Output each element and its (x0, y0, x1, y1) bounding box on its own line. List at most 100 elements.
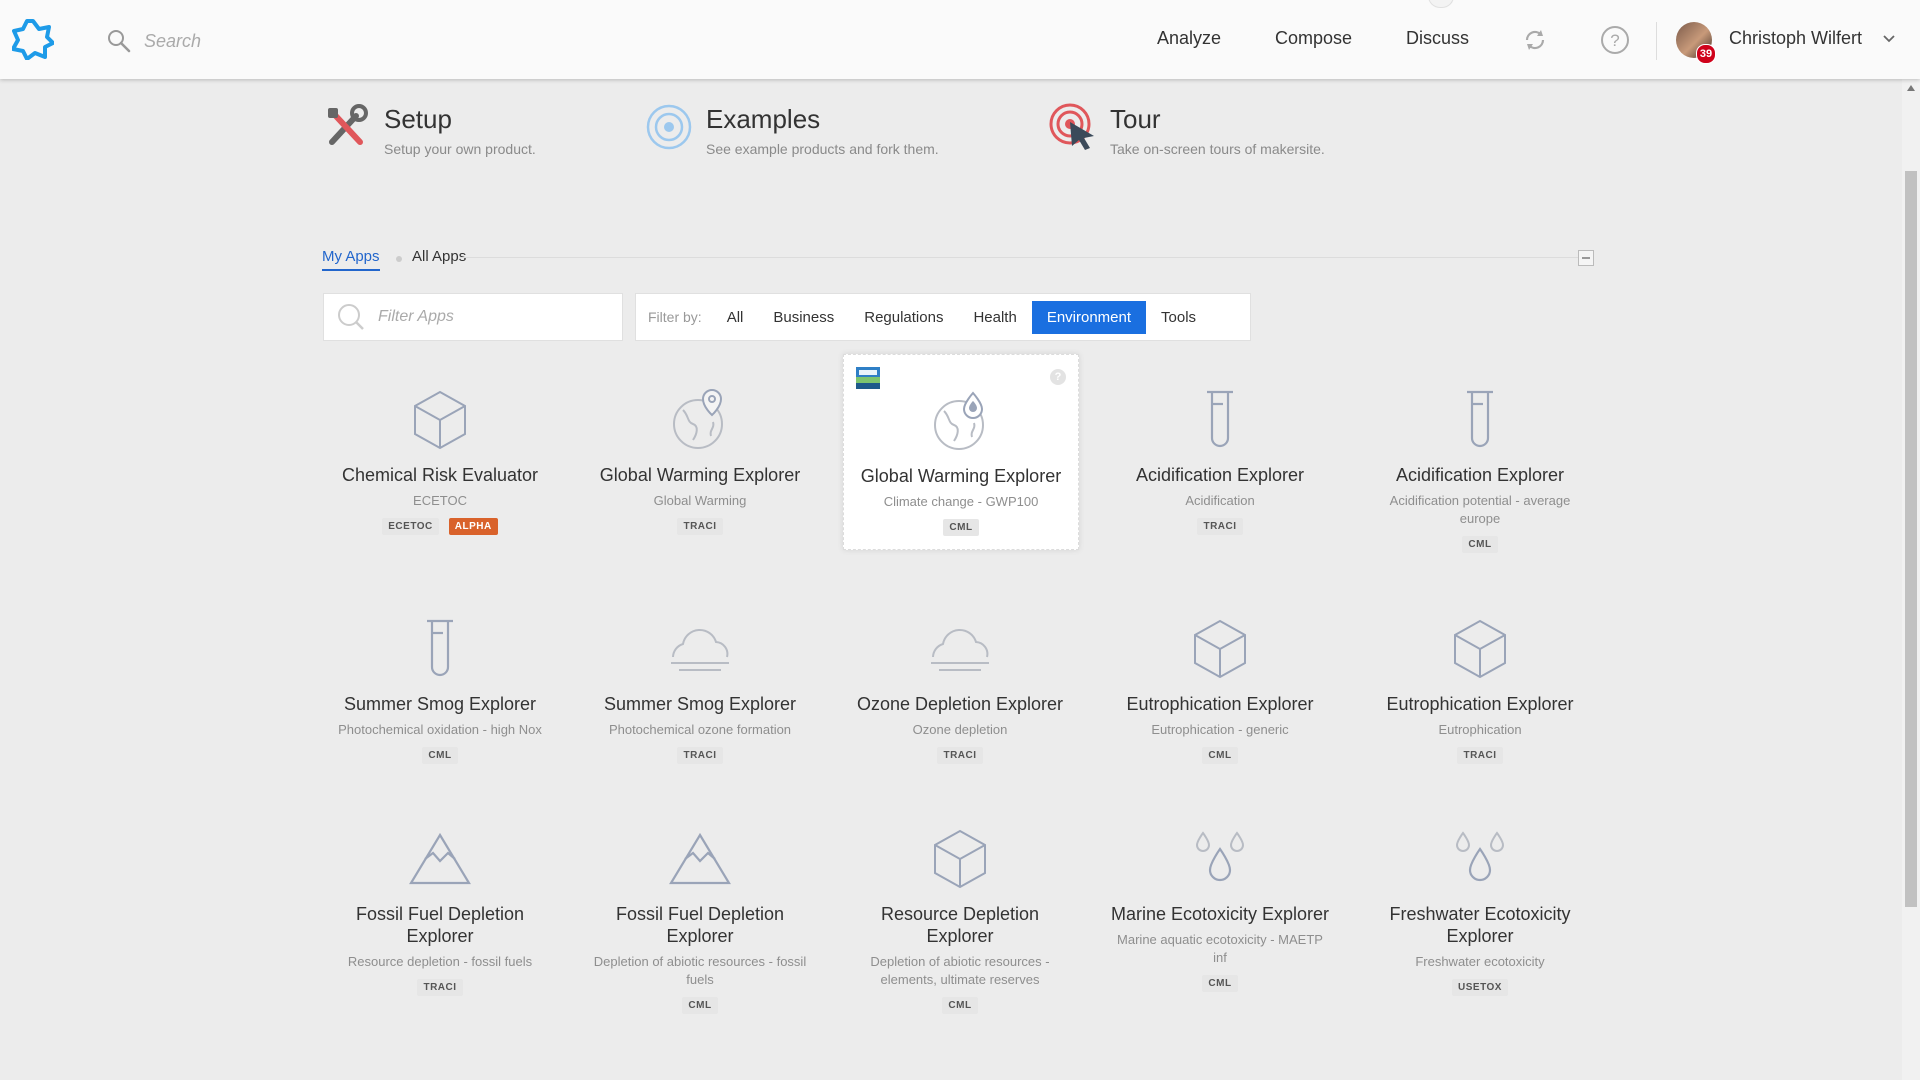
help-icon[interactable]: ? (1050, 369, 1066, 385)
app-card[interactable]: Resource Depletion Explorer Depletion of… (843, 793, 1077, 1029)
scroll-up-arrow-icon[interactable] (1907, 85, 1915, 91)
app-title: Resource Depletion Explorer (880, 904, 1040, 946)
quick-link-setup[interactable]: Setup Setup your own product. (322, 102, 536, 157)
collapse-section-button[interactable] (1578, 250, 1594, 266)
search-icon (338, 304, 364, 330)
app-title: Acidification Explorer (1135, 465, 1305, 485)
search-input[interactable] (142, 29, 446, 53)
tab-divider-line (460, 257, 1580, 258)
quick-link-tour[interactable]: Tour Take on-screen tours of makersite. (1048, 102, 1325, 157)
app-badge: CML (1202, 975, 1238, 992)
app-card[interactable]: Eutrophication Explorer Eutrophication -… (1103, 583, 1337, 779)
app-title: Chemical Risk Evaluator (341, 465, 539, 485)
cube-icon (1194, 619, 1246, 679)
test-tube-icon (1207, 390, 1233, 448)
quick-link-subtitle: See example products and fork them. (706, 141, 939, 157)
app-title: Eutrophication Explorer (1126, 694, 1314, 714)
app-title: Marine Ecotoxicity Explorer (1110, 904, 1330, 924)
scroll-thumb[interactable] (1905, 171, 1917, 907)
nav-analyze[interactable]: Analyze (1157, 28, 1221, 49)
app-card[interactable]: Acidification Explorer Acidification pot… (1363, 354, 1597, 564)
test-tube-icon (427, 619, 453, 677)
drops-icon (1455, 831, 1505, 882)
global-search[interactable] (106, 26, 446, 56)
notification-badge[interactable]: 39 (1696, 44, 1716, 64)
filter-chip-tools[interactable]: Tools (1146, 301, 1211, 334)
sync-icon[interactable] (1519, 24, 1551, 56)
app-subtitle: Climate change - GWP100 (883, 494, 1039, 509)
help-icon[interactable]: ? (1599, 24, 1631, 56)
user-name[interactable]: Christoph Wilfert (1729, 28, 1862, 49)
app-card[interactable]: Ozone Depletion Explorer Ozone depletion… (843, 583, 1077, 779)
filter-chip-regulations[interactable]: Regulations (849, 301, 958, 334)
app-badge: CML (422, 747, 458, 764)
app-subtitle: Freshwater ecotoxicity (1415, 954, 1545, 969)
cloud-icon (931, 628, 989, 671)
app-badge: TRACI (1457, 747, 1503, 764)
filter-apps-input[interactable] (376, 307, 610, 327)
app-badge: CML (942, 997, 978, 1014)
globe-pin-icon (673, 388, 723, 449)
app-card[interactable]: Chemical Risk Evaluator ECETOC ECETOC AL… (323, 354, 557, 550)
search-icon (108, 30, 131, 53)
filter-chip-business[interactable]: Business (758, 301, 849, 334)
quick-link-title: Examples (706, 104, 821, 134)
filter-apps-field[interactable] (323, 293, 623, 341)
nav-discuss[interactable]: Discuss (1406, 28, 1469, 49)
app-card-selected[interactable]: ? Global Warming Explorer Climate change… (843, 354, 1079, 550)
svg-text:?: ? (1610, 31, 1619, 50)
makersite-logo-icon[interactable] (12, 18, 54, 60)
app-title: Fossil Fuel Depletion Explorer (355, 904, 525, 946)
chevron-down-icon[interactable] (1882, 34, 1896, 44)
app-subtitle: Global Warming (653, 493, 747, 508)
app-badge: CML (1202, 747, 1238, 764)
app-title: Fossil Fuel Depletion Explorer (615, 904, 785, 946)
drops-icon (1195, 831, 1245, 882)
app-subtitle: Resource depletion - fossil fuels (347, 954, 533, 969)
tab-all-apps[interactable]: All Apps (412, 248, 466, 265)
app-title: Global Warming Explorer (860, 466, 1062, 486)
app-card[interactable]: Global Warming Explorer Global Warming T… (583, 354, 817, 550)
app-card[interactable]: Marine Ecotoxicity Explorer Marine aquat… (1103, 793, 1337, 1029)
app-badge: CML (943, 519, 979, 536)
page-scrollbar[interactable] (1902, 79, 1920, 1080)
app-subtitle: Eutrophication - generic (1151, 722, 1289, 737)
app-title: Summer Smog Explorer (603, 694, 797, 714)
app-subtitle: ECETOC (413, 493, 467, 508)
app-card[interactable]: Summer Smog Explorer Photochemical ozone… (583, 583, 817, 779)
app-card[interactable]: Eutrophication Explorer Eutrophication T… (1363, 583, 1597, 779)
cube-icon (1454, 619, 1506, 679)
filter-chip-environment[interactable]: Environment (1031, 300, 1147, 334)
header-divider (1656, 22, 1657, 60)
target-cursor-icon (1049, 103, 1094, 150)
app-subtitle: Depletion of abiotic resources - element… (870, 954, 1050, 987)
app-badge: TRACI (417, 979, 463, 996)
app-card[interactable]: Fossil Fuel Depletion Explorer Depletion… (583, 793, 817, 1029)
tab-my-apps[interactable]: My Apps (322, 248, 380, 271)
tools-icon (328, 104, 368, 145)
app-subtitle: Acidification (1185, 493, 1255, 508)
cube-icon (414, 390, 466, 450)
test-tube-icon (1467, 390, 1493, 448)
app-badge: USETOX (1452, 979, 1508, 996)
filter-chip-all[interactable]: All (712, 301, 759, 334)
app-card[interactable]: Fossil Fuel Depletion Explorer Resource … (323, 793, 557, 1013)
app-card[interactable]: Summer Smog Explorer Photochemical oxida… (323, 583, 557, 779)
filter-chip-health[interactable]: Health (958, 301, 1031, 334)
avatar[interactable]: 39 (1676, 22, 1716, 64)
app-badge: TRACI (677, 747, 723, 764)
top-bar: Analyze Compose Discuss ? 39 Christoph W… (0, 0, 1920, 79)
app-subtitle: Photochemical ozone formation (608, 722, 792, 737)
category-filter-bar: Filter by: All Business Regulations Heal… (635, 293, 1251, 341)
quick-link-examples[interactable]: Examples See example products and fork t… (644, 102, 939, 157)
app-card[interactable]: Freshwater Ecotoxicity Explorer Freshwat… (1363, 793, 1597, 1013)
app-subtitle: Ozone depletion (912, 722, 1008, 737)
filter-label: Filter by: (648, 309, 702, 325)
radar-icon (646, 104, 692, 150)
app-title: Summer Smog Explorer (343, 694, 537, 714)
nav-compose[interactable]: Compose (1275, 28, 1352, 49)
app-subtitle: Acidification potential - average europe (1389, 493, 1571, 526)
quick-link-title: Setup (384, 104, 452, 134)
cube-icon (934, 829, 986, 889)
app-card[interactable]: Acidification Explorer Acidification TRA… (1103, 354, 1337, 550)
